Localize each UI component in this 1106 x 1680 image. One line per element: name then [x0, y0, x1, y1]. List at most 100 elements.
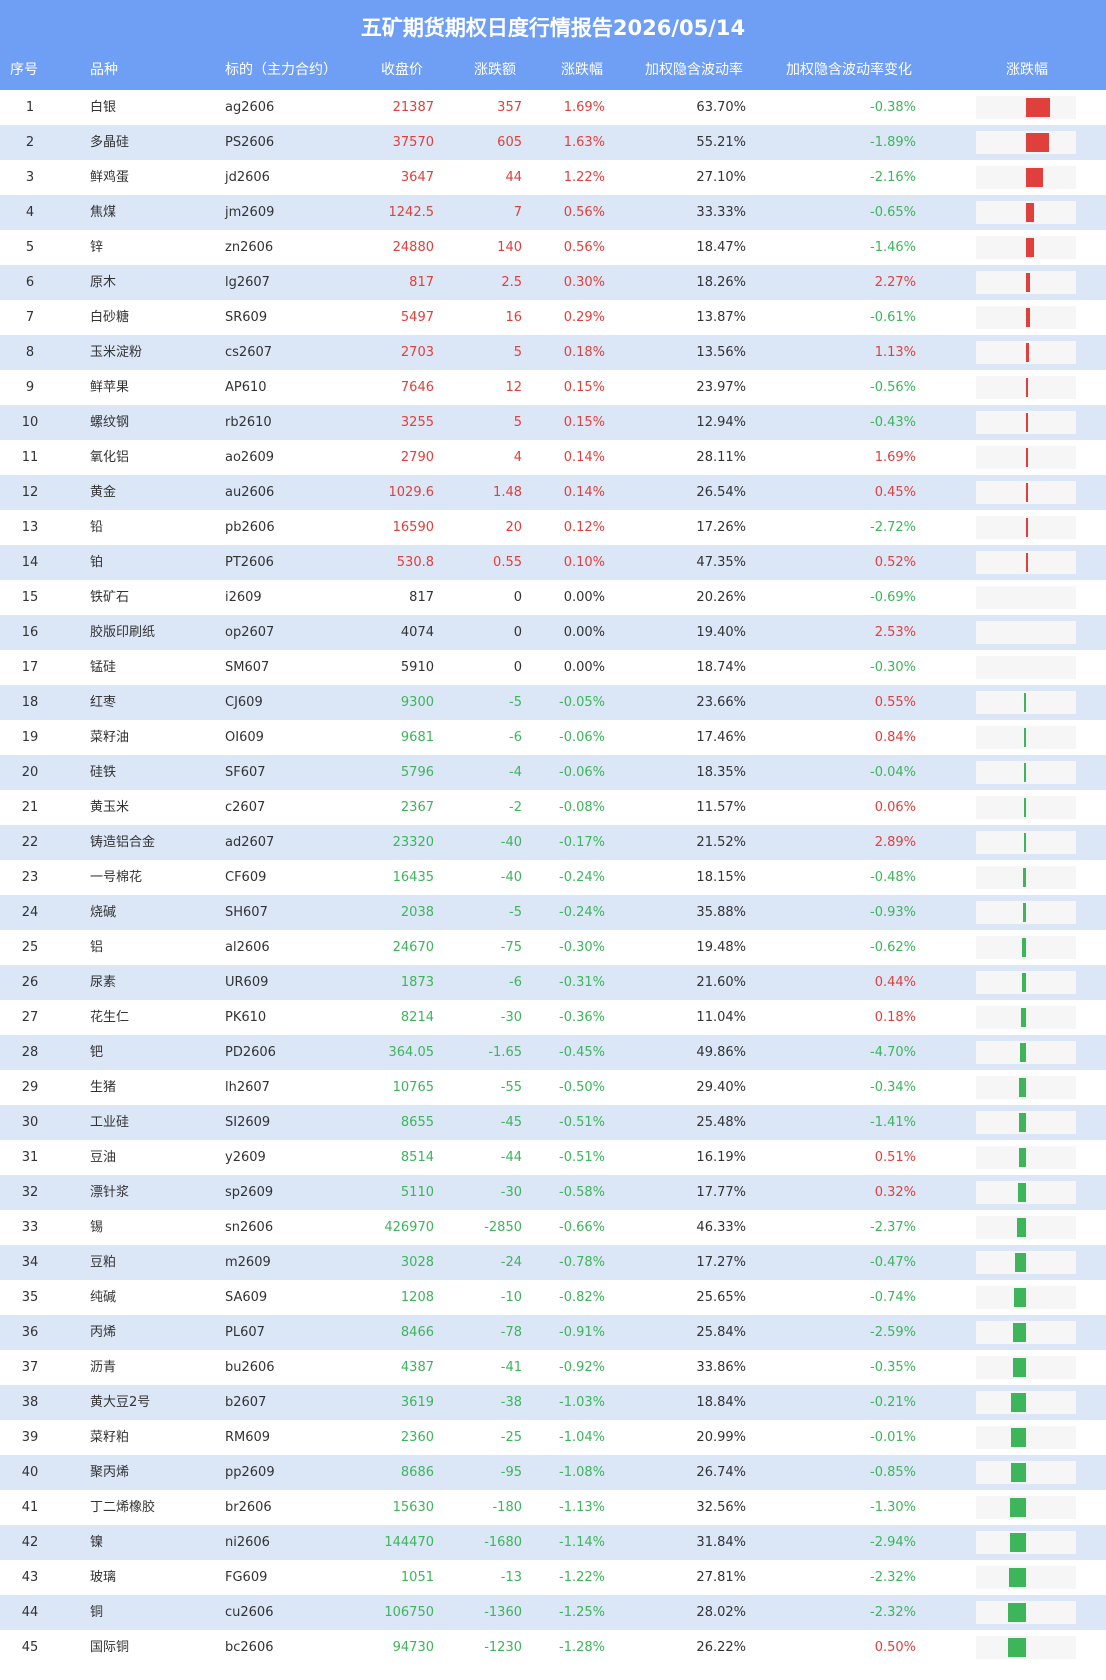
pct-bar-track [976, 411, 1076, 434]
implied-volatility: 16.19% [696, 1150, 746, 1165]
iv-change: -0.69% [870, 590, 916, 605]
iv-change: 1.13% [874, 345, 916, 360]
pct-bar [1018, 1148, 1026, 1167]
pct-bar-track [976, 866, 1076, 889]
variety-name: 镍 [90, 1535, 104, 1550]
pct-bar [1022, 903, 1026, 922]
table-row: 5 锌 zn2606 24880 140 0.56% 18.47% -1.46% [0, 230, 1106, 265]
variety-name: 鲜苹果 [90, 380, 130, 395]
contract-code: ag2606 [225, 100, 275, 115]
price-change: 5 [513, 345, 522, 360]
table-row: 2 多晶硅 PS2606 37570 605 1.63% 55.21% -1.89% [0, 125, 1106, 160]
pct-change: -0.31% [559, 975, 605, 990]
contract-code: al2606 [225, 940, 270, 955]
contract-code: ao2609 [225, 450, 275, 465]
implied-volatility: 18.15% [696, 870, 746, 885]
iv-change: 0.50% [874, 1640, 916, 1655]
iv-change: 0.51% [874, 1150, 916, 1165]
close-price: 1051 [400, 1570, 434, 1585]
implied-volatility: 23.97% [696, 380, 746, 395]
implied-volatility: 63.70% [696, 100, 746, 115]
contract-code: SM607 [225, 660, 270, 675]
row-index: 4 [25, 205, 35, 220]
pct-bar [1026, 413, 1029, 432]
contract-code: zn2606 [225, 240, 274, 255]
pct-bar-track [976, 551, 1076, 574]
variety-name: 锌 [90, 240, 104, 255]
price-change: 2.5 [501, 275, 522, 290]
pct-bar-track [976, 446, 1076, 469]
iv-change: -0.48% [870, 870, 916, 885]
table-row: 40 聚丙烯 pp2609 8686 -95 -1.08% 26.74% -0.85% [0, 1455, 1106, 1490]
row-index: 35 [21, 1290, 39, 1305]
pct-bar-track [976, 306, 1076, 329]
pct-change: -0.51% [559, 1115, 605, 1130]
price-change: -40 [500, 835, 522, 850]
table-row: 31 豆油 y2609 8514 -44 -0.51% 16.19% 0.51% [0, 1140, 1106, 1175]
contract-code: PT2606 [225, 555, 274, 570]
table-row: 23 一号棉花 CF609 16435 -40 -0.24% 18.15% -0.48% [0, 860, 1106, 895]
col-header-close: 收盘价 [381, 62, 423, 78]
row-index: 10 [21, 415, 39, 430]
iv-change: 0.32% [874, 1185, 916, 1200]
implied-volatility: 49.86% [696, 1045, 746, 1060]
variety-name: 多晶硅 [90, 135, 130, 150]
table-row: 1 白银 ag2606 21387 357 1.69% 63.70% -0.38% [0, 90, 1106, 125]
contract-code: FG609 [225, 1570, 268, 1585]
row-index: 29 [21, 1080, 39, 1095]
implied-volatility: 18.74% [696, 660, 746, 675]
table-row: 7 白砂糖 SR609 5497 16 0.29% 13.87% -0.61% [0, 300, 1106, 335]
pct-bar [1018, 1078, 1026, 1097]
pct-change: -0.50% [559, 1080, 605, 1095]
pct-bar [1024, 693, 1026, 712]
pct-bar-track [976, 201, 1076, 224]
row-index: 15 [21, 590, 39, 605]
report-title: 五矿期货期权日度行情报告2026/05/14 [360, 16, 746, 40]
pct-bar-track [976, 1531, 1076, 1554]
contract-code: CF609 [225, 870, 267, 885]
contract-code: UR609 [225, 975, 269, 990]
close-price: 2367 [400, 800, 434, 815]
price-change: -6 [509, 730, 522, 745]
row-index: 2 [25, 135, 35, 150]
close-price: 9681 [400, 730, 434, 745]
close-price: 817 [409, 590, 434, 605]
implied-volatility: 26.54% [696, 485, 746, 500]
price-change: -1230 [484, 1640, 522, 1655]
col-header-pct: 涨跌幅 [561, 62, 603, 78]
iv-change: -0.30% [870, 660, 916, 675]
row-index: 37 [21, 1360, 39, 1375]
pct-bar [1026, 448, 1028, 467]
implied-volatility: 11.04% [696, 1010, 746, 1025]
pct-change: -0.24% [559, 905, 605, 920]
pct-bar [1013, 1358, 1026, 1377]
pct-bar-track [976, 271, 1076, 294]
pct-bar [1024, 798, 1026, 817]
pct-change: 0.00% [563, 625, 605, 640]
implied-volatility: 19.48% [696, 940, 746, 955]
variety-name: 漂针浆 [90, 1185, 130, 1200]
row-index: 36 [21, 1325, 39, 1340]
row-index: 19 [21, 730, 39, 745]
iv-change: -0.93% [870, 905, 916, 920]
implied-volatility: 27.81% [696, 1570, 746, 1585]
pct-bar-track [976, 1636, 1076, 1659]
row-index: 13 [21, 520, 39, 535]
pct-change: 0.14% [563, 485, 605, 500]
table-row: 20 硅铁 SF607 5796 -4 -0.06% 18.35% -0.04% [0, 755, 1106, 790]
iv-change: -0.85% [870, 1465, 916, 1480]
pct-change: -0.78% [559, 1255, 605, 1270]
iv-change: 2.53% [874, 625, 916, 640]
pct-bar-track [976, 971, 1076, 994]
contract-code: SA609 [225, 1290, 268, 1305]
contract-code: bu2606 [225, 1360, 275, 1375]
pct-change: -1.13% [559, 1500, 605, 1515]
price-change: -78 [500, 1325, 522, 1340]
iv-change: 0.84% [874, 730, 916, 745]
price-change: -1360 [484, 1605, 522, 1620]
table-row: 44 铜 cu2606 106750 -1360 -1.25% 28.02% -2.32% [0, 1595, 1106, 1630]
row-index: 42 [21, 1535, 39, 1550]
variety-name: 生猪 [90, 1080, 117, 1095]
table-row: 17 锰硅 SM607 5910 0 0.00% 18.74% -0.30% [0, 650, 1106, 685]
table-row: 30 工业硅 SI2609 8655 -45 -0.51% 25.48% -1.41% [0, 1105, 1106, 1140]
